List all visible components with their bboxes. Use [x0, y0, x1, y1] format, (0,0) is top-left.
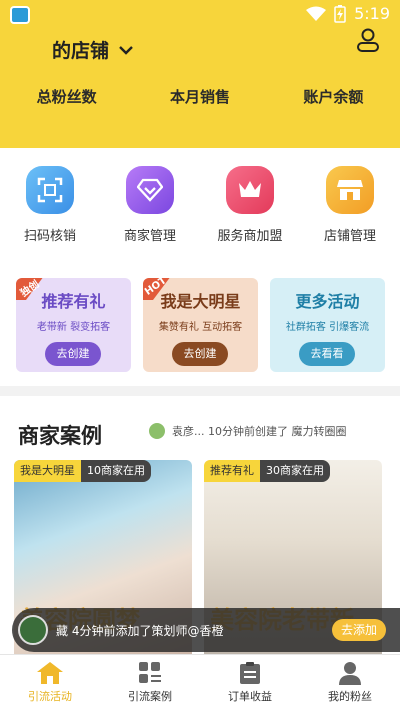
stat-balance[interactable]: 账户余额 — [267, 86, 400, 107]
home-icon — [37, 662, 63, 684]
promo-view-button[interactable]: 去看看 — [299, 342, 355, 366]
case-tag-count: 30商家在用 — [260, 460, 330, 482]
tab-orders[interactable]: 订单收益 — [200, 655, 300, 710]
header: 5:19 的店铺 总粉丝数 本月销售 账户余额 — [0, 0, 400, 148]
stats-row: 总粉丝数 本月销售 账户余额 — [0, 86, 400, 107]
tab-fans[interactable]: 我的粉丝 — [300, 655, 400, 710]
bottom-tab-bar: 引流活动 引流案例 订单收益 我的粉丝 — [0, 654, 400, 710]
fans-icon — [339, 662, 361, 685]
promo-title: 更多活动 — [295, 292, 360, 311]
menu-label: 店铺管理 — [323, 229, 376, 244]
promo-referral[interactable]: 独创 推荐有礼 老带新 裂变拓客 去创建 — [16, 278, 131, 372]
status-bar: 5:19 — [0, 0, 400, 28]
function-menu: 扫码核销 商家管理 服务商加盟 店铺管理 独创 推荐有礼 老带新 裂变拓客 去创… — [0, 148, 400, 386]
cases-title: 商家案例 — [18, 424, 102, 448]
case-tag: 我是大明星 10商家在用 — [14, 460, 151, 482]
stat-monthly-sales[interactable]: 本月销售 — [133, 86, 266, 107]
activity-toast: 藏 4分钟前添加了策划师@香橙 去添加 — [12, 608, 400, 652]
tab-label: 引流活动 — [28, 690, 72, 703]
toast-text: 藏 4分钟前添加了策划师@香橙 — [56, 623, 224, 638]
chevron-down-icon — [119, 45, 133, 55]
tab-campaigns[interactable]: 引流活动 — [0, 655, 100, 710]
promo-star[interactable]: HOT 我是大明星 集赞有礼 互动拓客 去创建 — [143, 278, 258, 372]
shop-icon — [326, 166, 374, 214]
promo-create-button[interactable]: 去创建 — [172, 342, 228, 366]
tab-cases[interactable]: 引流案例 — [100, 655, 200, 710]
menu-shop-manage[interactable]: 店铺管理 — [300, 166, 400, 244]
case-tag-name: 推荐有礼 — [204, 460, 260, 482]
menu-scan-verify[interactable]: 扫码核销 — [0, 166, 100, 244]
scan-icon — [26, 166, 74, 214]
avatar — [148, 422, 166, 440]
user-profile-icon[interactable] — [356, 28, 380, 54]
promo-create-button[interactable]: 去创建 — [45, 342, 101, 366]
menu-label: 服务商加盟 — [217, 229, 283, 244]
crown-icon — [226, 166, 274, 214]
battery-icon — [334, 4, 346, 23]
app-notification-icon — [10, 6, 30, 24]
promo-subtitle: 集赞有礼 互动拓客 — [158, 322, 243, 333]
menu-merchant-manage[interactable]: 商家管理 — [100, 166, 200, 244]
tab-label: 我的粉丝 — [328, 690, 372, 703]
promo-subtitle: 老带新 裂变拓客 — [36, 322, 111, 333]
menu-label: 商家管理 — [123, 229, 176, 244]
wifi-icon — [306, 6, 327, 21]
toast-add-button[interactable]: 去添加 — [332, 619, 386, 641]
ticker-text: 袁彦... 10分钟前创建了 魔力转圈圈 — [172, 425, 347, 438]
promo-row: 独创 推荐有礼 老带新 裂变拓客 去创建 HOT 我是大明星 集赞有礼 互动拓客… — [16, 278, 385, 372]
activity-ticker: 袁彦... 10分钟前创建了 魔力转圈圈 — [148, 422, 346, 440]
case-tag-name: 我是大明星 — [14, 460, 81, 482]
tab-label: 订单收益 — [228, 690, 272, 703]
avatar — [18, 615, 48, 645]
cases-icon — [139, 662, 161, 683]
section-divider — [0, 386, 400, 396]
promo-subtitle: 社群拓客 引爆客流 — [285, 322, 370, 333]
case-tag: 推荐有礼 30商家在用 — [204, 460, 330, 482]
menu-label: 扫码核销 — [23, 229, 76, 244]
menu-provider-join[interactable]: 服务商加盟 — [200, 166, 300, 244]
orders-icon — [240, 662, 260, 684]
status-right: 5:19 — [306, 4, 390, 23]
tab-label: 引流案例 — [128, 690, 172, 703]
store-selector[interactable]: 的店铺 — [52, 36, 133, 63]
case-tag-count: 10商家在用 — [81, 460, 151, 482]
promo-more[interactable]: 更多活动 社群拓客 引爆客流 去看看 — [270, 278, 385, 372]
status-time: 5:19 — [354, 4, 390, 23]
store-title: 的店铺 — [52, 40, 110, 62]
diamond-icon — [126, 166, 174, 214]
stat-fans[interactable]: 总粉丝数 — [0, 86, 133, 107]
